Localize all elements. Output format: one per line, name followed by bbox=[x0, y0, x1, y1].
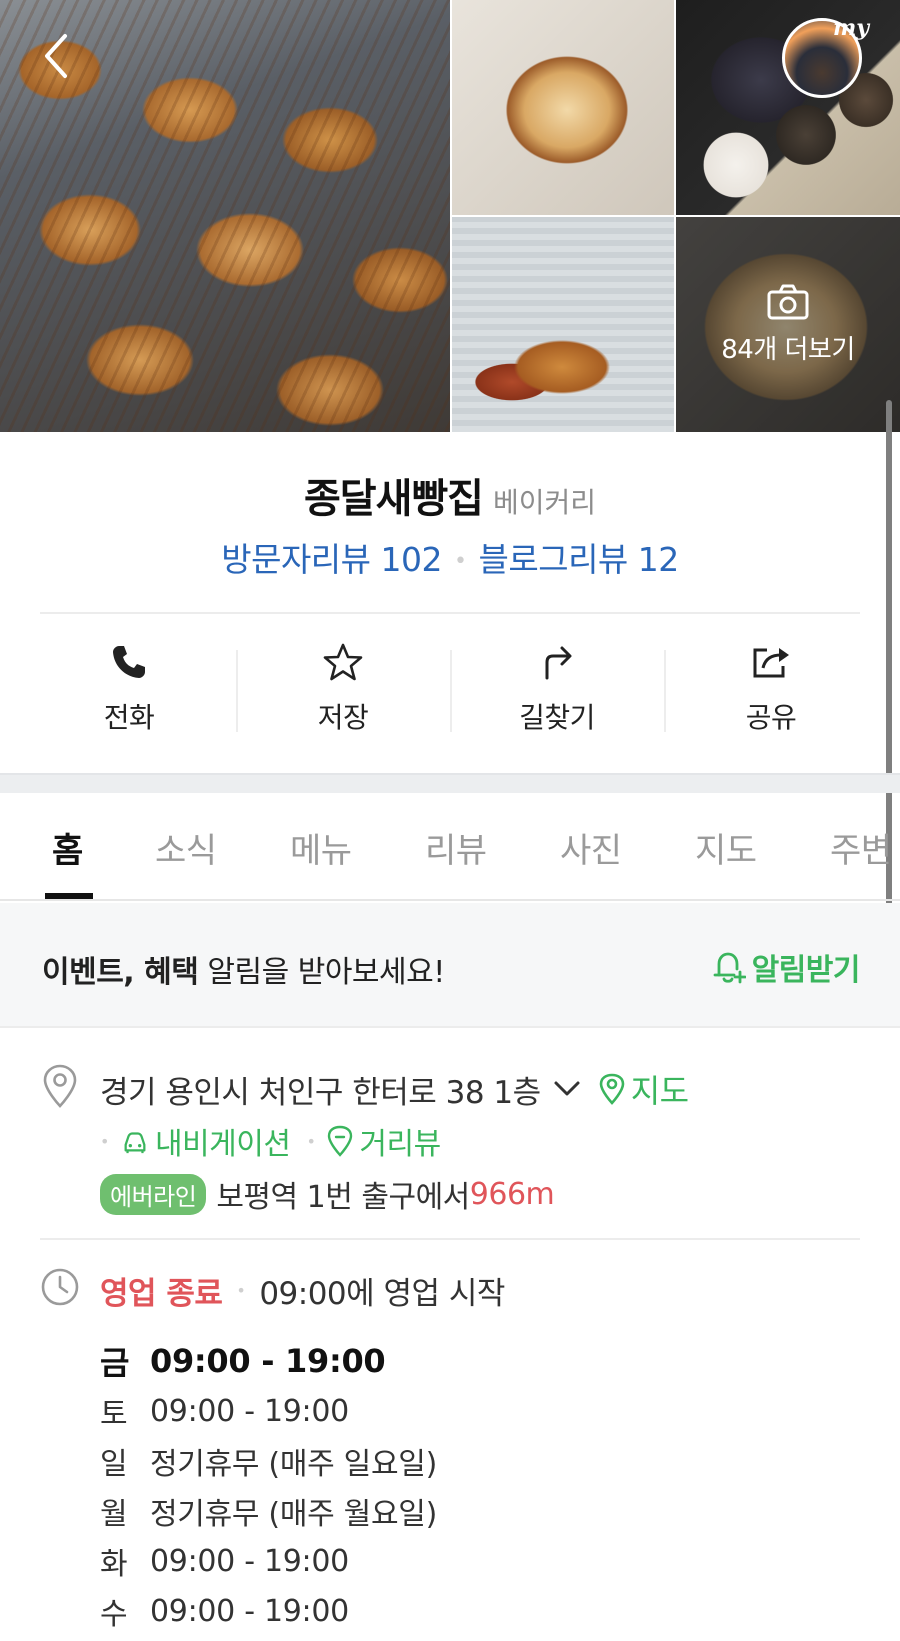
more-photos-label: 84개 더보기 bbox=[721, 335, 855, 365]
share-icon bbox=[753, 648, 789, 678]
star-icon bbox=[323, 643, 363, 681]
hours-time: 09:00 - 19:00 bbox=[150, 1342, 386, 1380]
day-label: 금 bbox=[100, 1344, 130, 1382]
separator-dot: • bbox=[100, 1131, 109, 1151]
place-category: 베이커리 bbox=[492, 486, 597, 519]
subway-info: 에버라인 보평역 1번 출구에서 966m bbox=[100, 1172, 555, 1216]
tab-home[interactable]: 홈 bbox=[52, 823, 83, 872]
photo-bread[interactable] bbox=[452, 0, 674, 215]
review-links: 방문자리뷰 102 • 블로그리뷰 12 bbox=[0, 533, 900, 581]
business-status: 영업 종료 bbox=[100, 1276, 223, 1312]
address-sub-links: • 내비게이션 • 거리뷰 bbox=[100, 1119, 441, 1163]
hours-row: 수 09:00 - 19:00 bbox=[100, 1586, 437, 1636]
map-link[interactable]: 지도 bbox=[599, 1066, 689, 1112]
tab-map[interactable]: 지도 bbox=[695, 823, 757, 872]
tab-bar: 홈 소식 메뉴 리뷰 사진 지도 주변 bbox=[0, 793, 900, 901]
tab-news[interactable]: 소식 bbox=[155, 823, 217, 872]
hours-row: 월 정기휴무 (매주 월요일) bbox=[100, 1486, 437, 1536]
subway-text: 보평역 1번 출구에서 bbox=[216, 1180, 470, 1215]
streetview-icon bbox=[328, 1125, 353, 1157]
notify-label: 알림받기 bbox=[751, 953, 861, 988]
streetview-label: 거리뷰 bbox=[359, 1127, 441, 1162]
notification-banner: 이벤트, 혜택 알림을 받아보세요! 알림받기 bbox=[0, 903, 900, 1028]
day-label: 일 bbox=[100, 1447, 128, 1482]
map-link-label: 지도 bbox=[630, 1072, 689, 1110]
subway-line-badge: 에버라인 bbox=[100, 1173, 207, 1215]
visitor-review-link[interactable]: 방문자리뷰 102 bbox=[221, 540, 442, 579]
map-pin-icon bbox=[599, 1073, 624, 1105]
day-label: 화 bbox=[100, 1547, 128, 1582]
address-text: 경기 용인시 처인구 한터로 38 1층 bbox=[100, 1074, 541, 1111]
hours-time: 09:00 - 19:00 bbox=[150, 1593, 349, 1629]
photo-sausage-pastry[interactable] bbox=[452, 217, 674, 432]
day-label: 수 bbox=[100, 1597, 128, 1632]
notice-bold: 이벤트, 혜택 bbox=[42, 955, 199, 990]
share-label: 공유 bbox=[745, 701, 797, 734]
notice-text: 이벤트, 혜택 알림을 받아보세요! bbox=[42, 947, 445, 991]
action-bar: 전화 저장 길찾기 공유 bbox=[22, 628, 878, 738]
next-open-time: 09:00에 영업 시작 bbox=[259, 1276, 505, 1312]
call-label: 전화 bbox=[103, 701, 155, 734]
place-name: 종달새빵집 bbox=[303, 476, 484, 522]
tab-menu[interactable]: 메뉴 bbox=[290, 823, 352, 872]
chevron-down-icon[interactable] bbox=[553, 1079, 581, 1099]
tab-photo[interactable]: 사진 bbox=[560, 823, 622, 872]
share-button[interactable]: 공유 bbox=[664, 628, 878, 738]
camera-icon bbox=[767, 284, 809, 320]
directions-icon bbox=[545, 646, 572, 680]
tab-review[interactable]: 리뷰 bbox=[425, 823, 487, 872]
my-label: my bbox=[832, 15, 869, 41]
hours-time: 09:00 - 19:00 bbox=[150, 1393, 349, 1429]
location-pin-icon bbox=[43, 1064, 77, 1108]
directions-label: 길찾기 bbox=[519, 701, 595, 734]
navigation-link[interactable]: 내비게이션 bbox=[121, 1119, 291, 1163]
hours-list: 금 09:00 - 19:00 토 09:00 - 19:00 일 정기휴무 (매주 … bbox=[100, 1336, 437, 1636]
hours-row: 화 09:00 - 19:00 bbox=[100, 1536, 437, 1586]
phone-icon bbox=[113, 646, 145, 678]
hours-time: 09:00 - 19:00 bbox=[150, 1543, 349, 1579]
bell-plus-icon bbox=[713, 952, 746, 984]
section-gap bbox=[0, 773, 900, 793]
notify-button[interactable]: 알림받기 bbox=[712, 945, 861, 989]
place-title: 종달새빵집 베이커리 bbox=[0, 466, 900, 524]
navigation-label: 내비게이션 bbox=[154, 1127, 291, 1162]
active-tab-indicator bbox=[45, 893, 93, 899]
hours-row: 금 09:00 - 19:00 bbox=[100, 1336, 437, 1386]
more-photos-button[interactable]: 84개 더보기 bbox=[676, 217, 900, 432]
notice-rest: 알림을 받아보세요! bbox=[198, 955, 445, 990]
divider bbox=[40, 1238, 860, 1240]
hours-status[interactable]: 영업 종료 • 09:00에 영업 시작 bbox=[100, 1268, 505, 1313]
call-button[interactable]: 전화 bbox=[22, 628, 236, 738]
blog-review-link[interactable]: 블로그리뷰 12 bbox=[478, 540, 679, 579]
directions-button[interactable]: 길찾기 bbox=[450, 628, 664, 738]
chevron-left-icon bbox=[45, 34, 67, 78]
day-label: 월 bbox=[100, 1497, 128, 1532]
tab-nearby[interactable]: 주변 bbox=[830, 823, 892, 872]
divider bbox=[40, 612, 860, 614]
clock-icon bbox=[41, 1268, 79, 1306]
photo-gallery[interactable]: my 84개 더보기 bbox=[0, 0, 900, 432]
save-label: 저장 bbox=[317, 701, 369, 734]
separator-dot: • bbox=[454, 549, 467, 574]
back-button[interactable] bbox=[36, 30, 76, 82]
subway-distance: 966m bbox=[469, 1176, 555, 1212]
address-line: 경기 용인시 처인구 한터로 38 1층 지도 bbox=[100, 1066, 689, 1112]
hours-time: 정기휴무 (매주 일요일) bbox=[150, 1447, 437, 1482]
car-icon bbox=[124, 1132, 146, 1154]
day-label: 토 bbox=[100, 1397, 128, 1432]
separator-dot: • bbox=[236, 1281, 246, 1300]
save-button[interactable]: 저장 bbox=[236, 628, 450, 738]
separator-dot: • bbox=[306, 1131, 316, 1151]
hours-row: 일 정기휴무 (매주 일요일) bbox=[100, 1436, 437, 1486]
my-profile-button[interactable]: my bbox=[782, 15, 869, 98]
streetview-link[interactable]: 거리뷰 bbox=[327, 1119, 441, 1163]
hours-time: 정기휴무 (매주 월요일) bbox=[150, 1497, 437, 1532]
hours-row: 토 09:00 - 19:00 bbox=[100, 1386, 437, 1436]
